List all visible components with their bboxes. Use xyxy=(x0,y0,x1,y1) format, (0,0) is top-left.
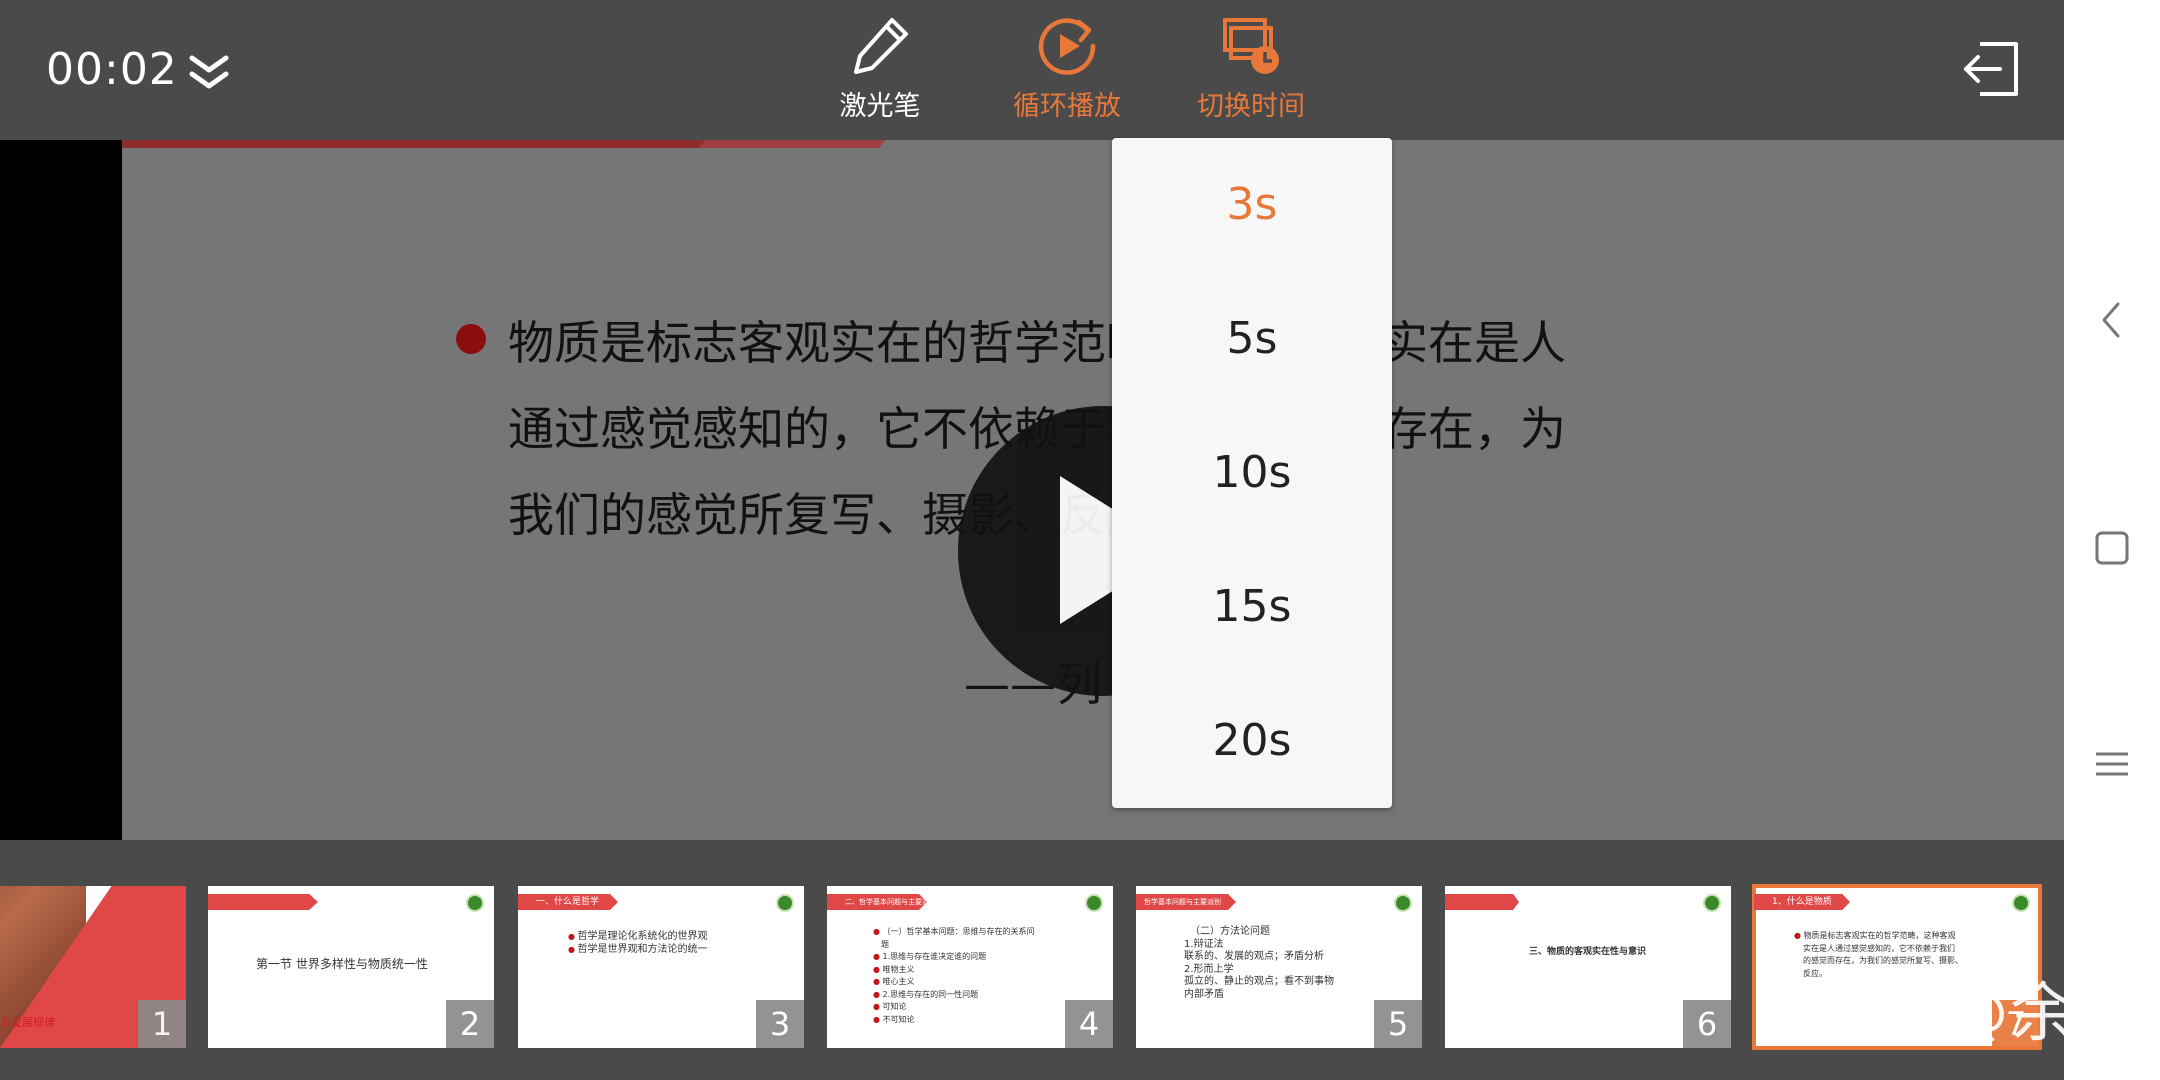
laser-pen-button[interactable]: 激光笔 xyxy=(805,14,955,124)
thumb-2-title: 第一节 世界多样性与物质统一性 xyxy=(256,957,428,971)
back-icon[interactable] xyxy=(2082,290,2142,350)
switch-time-label: 切换时间 xyxy=(1197,91,1305,122)
thumb-ribbon: 一、什么是哲学 xyxy=(518,894,618,910)
slide-thumb-6[interactable]: 三、物质的客观实在性与意识 6 xyxy=(1445,886,1731,1048)
switch-time-dropdown: 3s 5s 10s 15s 20s xyxy=(1112,138,1392,808)
loop-play-icon xyxy=(1038,18,1096,75)
logo-icon xyxy=(776,894,794,912)
logo-icon xyxy=(1703,894,1721,912)
slide-stage: 物质是标志客观实在的哲学范畴，这种客观实在是人通过感觉感知的，它不依赖于我们的感… xyxy=(0,140,2064,840)
slide-thumb-3[interactable]: 一、什么是哲学 哲学是理论化系统化的世界观 哲学是世界观和方法论的统一 3 xyxy=(518,886,804,1048)
time-option-5s[interactable]: 5s xyxy=(1112,272,1392,406)
slide-header-bar xyxy=(122,140,742,148)
slide-thumb-4[interactable]: 二、哲学基本问题与主要派别 （一）哲学基本问题：思维与存在的关系问 题 1.思维… xyxy=(827,886,1113,1048)
exit-presentation-icon[interactable] xyxy=(1958,36,2024,102)
slide-thumb-5[interactable]: 哲学基本问题与主要派别 （二）方法论问题 1.辩证法 联系的、发展的观点；矛盾分… xyxy=(1136,886,1422,1048)
loop-play-label: 循环播放 xyxy=(1013,91,1121,122)
thumb-number: 4 xyxy=(1065,1000,1113,1048)
logo-icon xyxy=(1394,894,1412,912)
time-option-15s[interactable]: 15s xyxy=(1112,540,1392,674)
time-option-3s[interactable]: 3s xyxy=(1112,138,1392,272)
thumb-number: 6 xyxy=(1683,1000,1731,1048)
slide-thumb-2[interactable]: 第一节 世界多样性与物质统一性 2 xyxy=(208,886,494,1048)
switch-time-icon xyxy=(1223,18,1279,74)
thumb-number: 2 xyxy=(446,1000,494,1048)
slide-header-accent xyxy=(698,140,886,148)
laser-pen-label: 激光笔 xyxy=(839,91,921,122)
bullet-icon xyxy=(456,324,486,354)
thumb-ribbon: 1、什么是物质 xyxy=(1754,894,1850,910)
pen-icon xyxy=(854,18,908,74)
loop-play-button[interactable]: 循环播放 xyxy=(992,14,1142,124)
logo-icon xyxy=(466,894,484,912)
switch-time-button[interactable]: 切换时间 xyxy=(1176,14,1326,124)
thumb-ribbon: 二、哲学基本问题与主要派别 xyxy=(827,894,927,910)
thumb-3-text: 哲学是理论化系统化的世界观 哲学是世界观和方法论的统一 xyxy=(568,930,708,956)
collapse-chevron-icon[interactable] xyxy=(186,52,232,92)
thumb-1-caption: 及发展规律 xyxy=(0,1016,55,1029)
thumb-ribbon xyxy=(208,894,318,910)
current-slide[interactable]: 物质是标志客观实在的哲学范畴，这种客观实在是人通过感觉感知的，它不依赖于我们的感… xyxy=(122,140,2064,840)
thumb-ribbon: 哲学基本问题与主要派别 xyxy=(1136,894,1236,910)
thumb-4-text: （一）哲学基本问题：思维与存在的关系问 题 1.思维与存在谁决定谁的问题 唯物主… xyxy=(873,926,1035,1026)
elapsed-timer: 00:02 xyxy=(46,44,178,95)
thumb-number: 1 xyxy=(138,1000,186,1048)
time-option-10s[interactable]: 10s xyxy=(1112,406,1392,540)
thumb-number: 3 xyxy=(756,1000,804,1048)
slide-thumb-1[interactable]: 及发展规律 1 xyxy=(0,886,186,1048)
letterbox xyxy=(0,140,122,840)
home-icon[interactable] xyxy=(2082,518,2142,578)
top-toolbar: 00:02 激光笔 循环播放 切换时间 xyxy=(0,0,2064,140)
recents-menu-icon[interactable] xyxy=(2082,734,2142,794)
thumbnail-strip: 及发展规律 1 第一节 世界多样性与物质统一性 2 一、什么是哲学 哲学是理论化… xyxy=(0,840,2064,1080)
system-nav-bar xyxy=(2064,0,2160,1080)
thumb-5-text: （二）方法论问题 1.辩证法 联系的、发展的观点；矛盾分析 2.形而上学 孤立的… xyxy=(1184,926,1334,1000)
thumb-6-title: 三、物质的客观实在性与意识 xyxy=(1529,947,1647,957)
watermark: 知乎 @余自 xyxy=(1790,977,2143,1051)
thumb-ribbon xyxy=(1445,894,1519,910)
logo-icon xyxy=(2012,894,2030,912)
logo-icon xyxy=(1085,894,1103,912)
thumb-number: 5 xyxy=(1374,1000,1422,1048)
time-option-20s[interactable]: 20s xyxy=(1112,674,1392,808)
